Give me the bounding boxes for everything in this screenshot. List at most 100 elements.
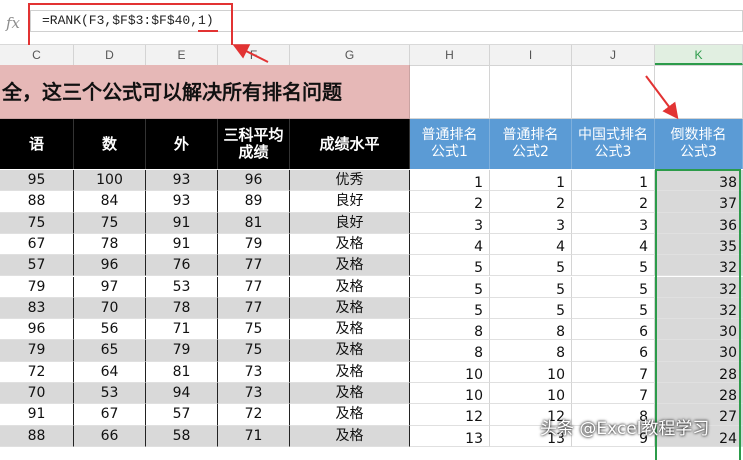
- cell-f-row-4[interactable]: 79: [218, 233, 290, 256]
- cell-j-row-7[interactable]: 5: [572, 297, 655, 320]
- cell-g-row-11[interactable]: 及格: [290, 383, 410, 405]
- cell-k-row-7[interactable]: 32: [655, 297, 743, 320]
- cell-i-row-5[interactable]: 5: [490, 255, 572, 277]
- cell-g-row-12[interactable]: 及格: [290, 404, 410, 426]
- cell-d-row-11[interactable]: 53: [74, 383, 146, 405]
- cell-e-row-11[interactable]: 94: [146, 383, 218, 405]
- cell-c-row-2[interactable]: 88: [0, 191, 74, 213]
- cell-f-row-1[interactable]: 96: [218, 170, 290, 192]
- cell-k-row-5[interactable]: 32: [655, 255, 743, 277]
- cell-e-row-10[interactable]: 81: [146, 361, 218, 383]
- cell-e-row-1[interactable]: 93: [146, 170, 218, 192]
- cell-h-row-5[interactable]: 5: [410, 255, 490, 277]
- cell-e-row-3[interactable]: 91: [146, 212, 218, 234]
- cell-k-row-2[interactable]: 37: [655, 191, 743, 213]
- cell-f-row-10[interactable]: 73: [218, 361, 290, 383]
- cell-c-row-6[interactable]: 79: [0, 276, 74, 298]
- cell-h-row-13[interactable]: 13: [410, 425, 490, 447]
- cell-g-row-6[interactable]: 及格: [290, 276, 410, 298]
- cell-g-row-1[interactable]: 优秀: [290, 170, 410, 192]
- cell-g-row-5[interactable]: 及格: [290, 255, 410, 277]
- cell-k-row-1[interactable]: 38: [655, 170, 743, 192]
- cell-i-row-6[interactable]: 5: [490, 276, 572, 298]
- cell-c-row-5[interactable]: 57: [0, 255, 74, 277]
- cell-h-row-1[interactable]: 1: [410, 170, 490, 192]
- cell-d-row-6[interactable]: 97: [74, 276, 146, 298]
- cell-j-row-5[interactable]: 5: [572, 255, 655, 277]
- cell-i-row-2[interactable]: 2: [490, 191, 572, 213]
- cell-e-row-12[interactable]: 57: [146, 404, 218, 426]
- cell-c-row-3[interactable]: 75: [0, 212, 74, 234]
- cell-d-row-13[interactable]: 66: [74, 425, 146, 447]
- cell-i-row-9[interactable]: 8: [490, 340, 572, 362]
- column-header-f[interactable]: F: [218, 45, 290, 65]
- cell-d-row-2[interactable]: 84: [74, 191, 146, 213]
- cell-g-row-4[interactable]: 及格: [290, 233, 410, 256]
- cell-c-row-8[interactable]: 96: [0, 319, 74, 341]
- cell-i-row-4[interactable]: 4: [490, 233, 572, 256]
- cell-g-row-3[interactable]: 良好: [290, 212, 410, 234]
- cell-h-row-8[interactable]: 8: [410, 319, 490, 341]
- cell-h-row-11[interactable]: 10: [410, 383, 490, 405]
- cell-c-row-13[interactable]: 88: [0, 425, 74, 447]
- cell-d-row-5[interactable]: 96: [74, 255, 146, 277]
- cell-c-row-10[interactable]: 72: [0, 361, 74, 383]
- cell-c-row-9[interactable]: 79: [0, 340, 74, 362]
- cell-c-row-11[interactable]: 70: [0, 383, 74, 405]
- cell-j-row-8[interactable]: 6: [572, 319, 655, 341]
- cell-k-row-11[interactable]: 28: [655, 383, 743, 405]
- cell-h-row-10[interactable]: 10: [410, 361, 490, 383]
- fx-icon[interactable]: fx: [6, 14, 20, 32]
- cell-h-row-3[interactable]: 3: [410, 212, 490, 234]
- cell-d-row-1[interactable]: 100: [74, 170, 146, 192]
- cell-g-row-7[interactable]: 及格: [290, 297, 410, 320]
- cell-c-row-12[interactable]: 91: [0, 404, 74, 426]
- cell-d-row-8[interactable]: 56: [74, 319, 146, 341]
- cell-j-row-6[interactable]: 5: [572, 276, 655, 298]
- column-header-h[interactable]: H: [410, 45, 490, 65]
- cell-e-row-2[interactable]: 93: [146, 191, 218, 213]
- cell-f-row-6[interactable]: 77: [218, 276, 290, 298]
- cell-j-row-11[interactable]: 7: [572, 383, 655, 405]
- cell-c-row-7[interactable]: 83: [0, 297, 74, 320]
- spreadsheet-grid[interactable]: 全，这三个公式可以解决所有排名问题语数外三科平均 成绩 成绩水平 普通排名 公式1 普…: [0, 65, 743, 460]
- cell-i-row-3[interactable]: 3: [490, 212, 572, 234]
- cell-g-row-10[interactable]: 及格: [290, 361, 410, 383]
- cell-g-row-2[interactable]: 良好: [290, 191, 410, 213]
- cell-j-row-10[interactable]: 7: [572, 361, 655, 383]
- cell-h-row-6[interactable]: 5: [410, 276, 490, 298]
- cell-e-row-5[interactable]: 76: [146, 255, 218, 277]
- cell-d-row-12[interactable]: 67: [74, 404, 146, 426]
- cell-e-row-7[interactable]: 78: [146, 297, 218, 320]
- cell-f-row-13[interactable]: 71: [218, 425, 290, 447]
- cell-f-row-12[interactable]: 72: [218, 404, 290, 426]
- cell-h-row-9[interactable]: 8: [410, 340, 490, 362]
- column-header-e[interactable]: E: [146, 45, 218, 65]
- cell-j-row-1[interactable]: 1: [572, 170, 655, 192]
- cell-k-row-4[interactable]: 35: [655, 233, 743, 256]
- column-header-c[interactable]: C: [0, 45, 74, 65]
- cell-h-row-4[interactable]: 4: [410, 233, 490, 256]
- cell-j-row-4[interactable]: 4: [572, 233, 655, 256]
- cell-d-row-4[interactable]: 78: [74, 233, 146, 256]
- cell-e-row-6[interactable]: 53: [146, 276, 218, 298]
- cell-d-row-9[interactable]: 65: [74, 340, 146, 362]
- cell-i-row-11[interactable]: 10: [490, 383, 572, 405]
- column-header-i[interactable]: I: [490, 45, 572, 65]
- cell-f-row-7[interactable]: 77: [218, 297, 290, 320]
- cell-f-row-8[interactable]: 75: [218, 319, 290, 341]
- cell-j-row-9[interactable]: 6: [572, 340, 655, 362]
- cell-h-row-7[interactable]: 5: [410, 297, 490, 320]
- cell-e-row-4[interactable]: 91: [146, 233, 218, 256]
- cell-e-row-9[interactable]: 79: [146, 340, 218, 362]
- cell-f-row-3[interactable]: 81: [218, 212, 290, 234]
- cell-e-row-13[interactable]: 58: [146, 425, 218, 447]
- cell-g-row-13[interactable]: 及格: [290, 425, 410, 447]
- column-header-k[interactable]: K: [655, 45, 743, 65]
- cell-f-row-9[interactable]: 75: [218, 340, 290, 362]
- column-header-g[interactable]: G: [290, 45, 410, 65]
- column-header-j[interactable]: J: [572, 45, 655, 65]
- title-row-cell[interactable]: [490, 65, 572, 119]
- cell-j-row-2[interactable]: 2: [572, 191, 655, 213]
- cell-i-row-8[interactable]: 8: [490, 319, 572, 341]
